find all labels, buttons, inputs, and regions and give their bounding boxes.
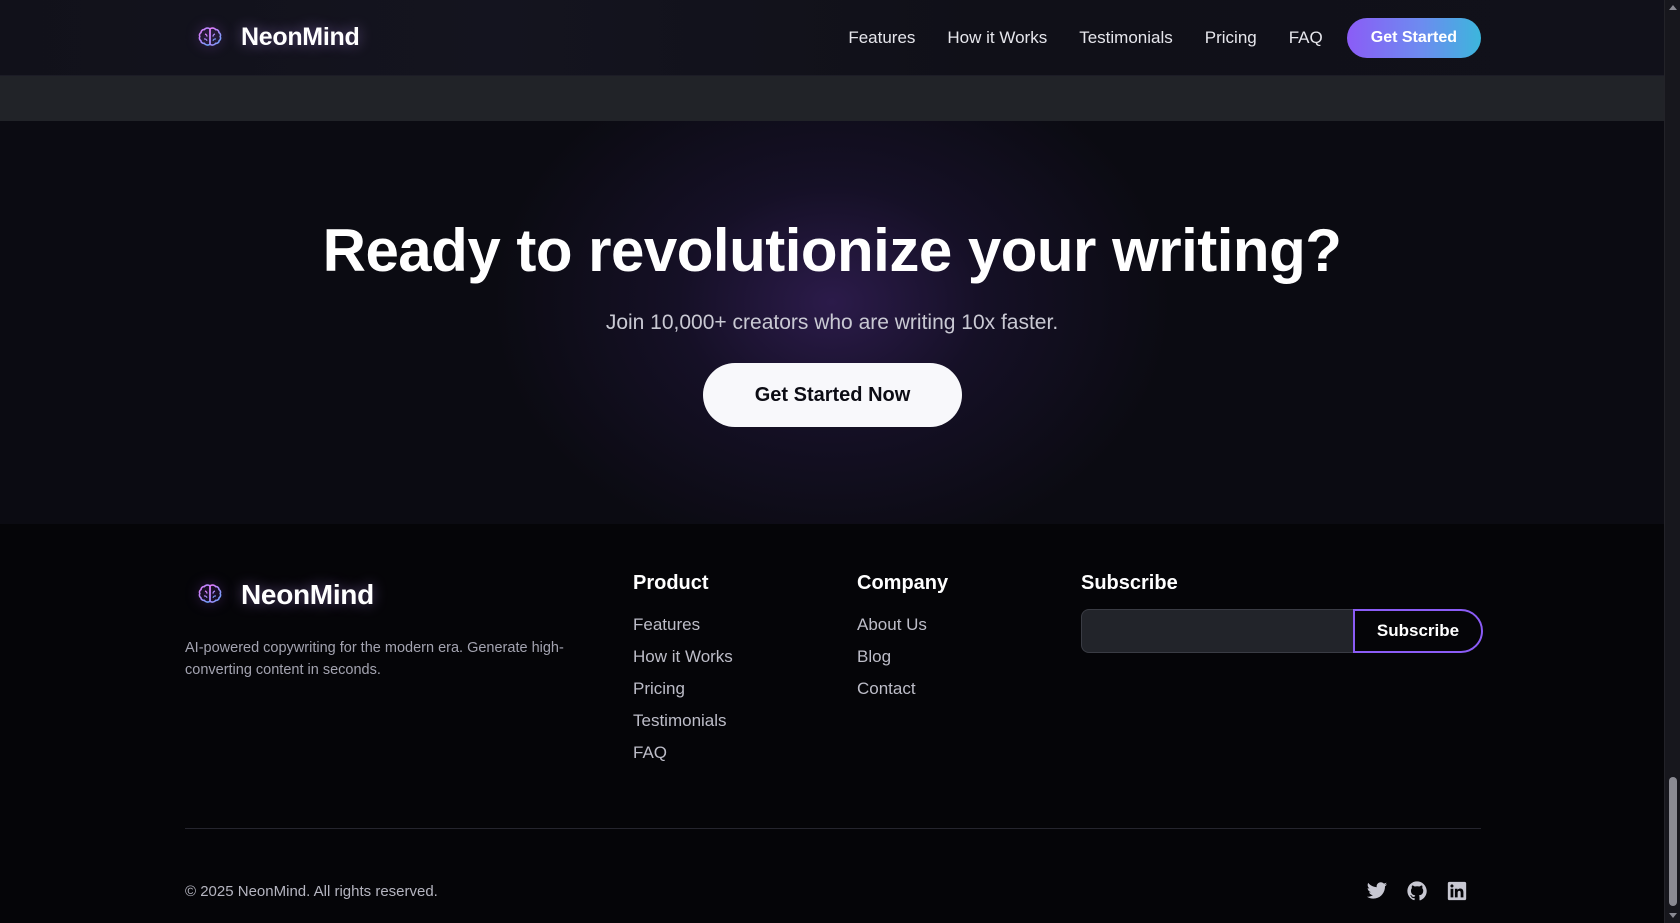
footer-column-title: Product (633, 572, 709, 594)
footer-column-title: Subscribe (1081, 572, 1178, 594)
site-header: NeonMind Features How it Works Testimoni… (0, 0, 1664, 76)
scrollbar-thumb[interactable] (1669, 777, 1677, 906)
footer-description: AI-powered copywriting for the modern er… (185, 640, 564, 678)
brand-name: NeonMind (241, 23, 360, 51)
nav-link-faq[interactable]: FAQ (1289, 28, 1323, 48)
footer-column-title: Company (857, 572, 949, 594)
social-links (1366, 880, 1468, 902)
header-inner: NeonMind Features How it Works Testimoni… (185, 0, 1481, 75)
footer-column-subscribe: Subscribe Subscribe (1081, 572, 1483, 653)
subscribe-form: Subscribe (1081, 609, 1483, 653)
footer-link-how-it-works[interactable]: How it Works (633, 641, 733, 673)
get-started-button[interactable]: Get Started (1346, 17, 1481, 58)
nav-link-pricing[interactable]: Pricing (1205, 28, 1257, 48)
get-started-now-button[interactable]: Get Started Now (703, 363, 962, 427)
brain-icon (197, 25, 223, 51)
subscribe-button[interactable]: Subscribe (1353, 609, 1483, 653)
twitter-icon[interactable] (1366, 880, 1388, 902)
footer-link-pricing[interactable]: Pricing (633, 673, 733, 705)
main-nav: Features How it Works Testimonials Prici… (848, 17, 1481, 58)
footer-column-company: Company About Us Blog Contact (857, 572, 948, 705)
footer-link-testimonials[interactable]: Testimonials (633, 705, 733, 737)
subscribe-email-input[interactable] (1081, 609, 1353, 653)
site-footer: NeonMind AI-powered copywriting for the … (0, 524, 1664, 923)
cta-section: Ready to revolutionize your writing? Joi… (0, 121, 1664, 524)
footer-divider (185, 828, 1481, 829)
footer-column-product: Product Features How it Works Pricing Te… (633, 572, 733, 769)
nav-link-testimonials[interactable]: Testimonials (1079, 28, 1173, 48)
nav-link-features[interactable]: Features (848, 28, 915, 48)
footer-brand[interactable]: NeonMind (197, 579, 374, 611)
page-scrollbar[interactable] (1664, 0, 1680, 923)
github-icon[interactable] (1406, 880, 1428, 902)
footer-link-blog[interactable]: Blog (857, 641, 948, 673)
footer-link-faq[interactable]: FAQ (633, 737, 733, 769)
scroll-down-arrow-icon[interactable] (1669, 913, 1677, 918)
copyright-text: © 2025 NeonMind. All rights reserved. (185, 883, 438, 900)
footer-link-about-us[interactable]: About Us (857, 609, 948, 641)
footer-link-contact[interactable]: Contact (857, 673, 948, 705)
linkedin-icon[interactable] (1446, 880, 1468, 902)
cta-title: Ready to revolutionize your writing? (322, 217, 1342, 284)
cta-subtitle: Join 10,000+ creators who are writing 10… (605, 311, 1059, 334)
brand-logo-link[interactable]: NeonMind (185, 23, 360, 52)
footer-brand-name: NeonMind (241, 579, 374, 610)
brain-icon (197, 582, 223, 608)
footer-link-features[interactable]: Features (633, 609, 733, 641)
scroll-up-arrow-icon[interactable] (1669, 5, 1677, 10)
section-divider-strip (0, 76, 1664, 121)
nav-link-how-it-works[interactable]: How it Works (947, 28, 1047, 48)
page: NeonMind Features How it Works Testimoni… (0, 0, 1680, 923)
